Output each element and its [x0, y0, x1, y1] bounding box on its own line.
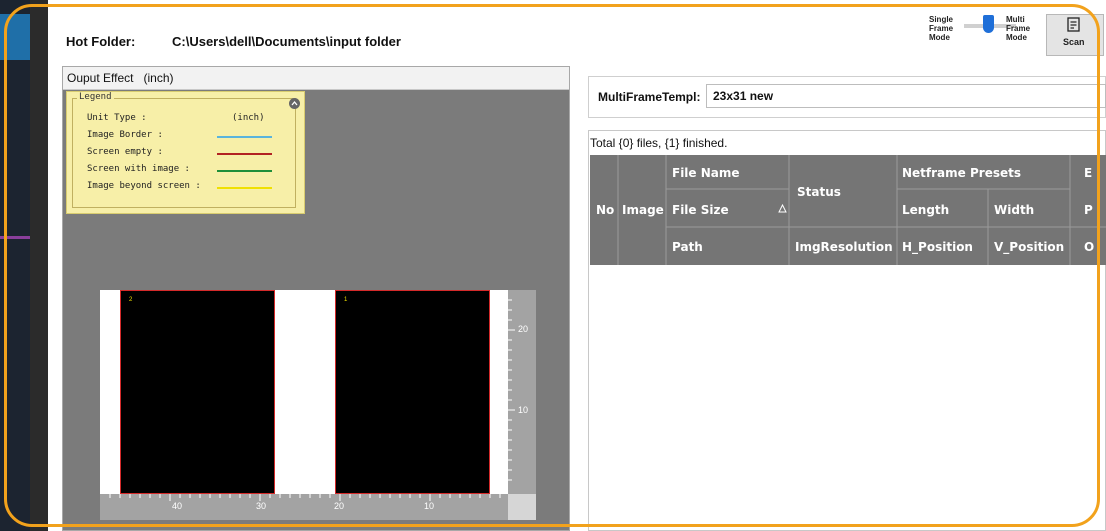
legend-unit-type-value: (inch): [232, 113, 265, 123]
chevron-up-icon: [291, 100, 298, 106]
column-p-cut[interactable]: P: [1084, 203, 1093, 217]
column-path[interactable]: Path: [672, 240, 703, 254]
legend-screen-empty-label: Screen empty :: [87, 147, 163, 157]
frame-1[interactable]: 1: [335, 290, 490, 494]
template-value: 23x31 new: [713, 89, 774, 103]
legend-screen-with-image-swatch: [217, 170, 272, 172]
vertical-ruler: 20 10: [508, 290, 536, 494]
vertical-ruler-tick-10: 10: [518, 405, 529, 415]
legend-screen-empty-swatch: [217, 153, 272, 155]
column-status[interactable]: Status: [797, 185, 841, 199]
legend-image-beyond-screen-label: Image beyond screen :: [87, 181, 201, 191]
column-netframe-presets[interactable]: Netframe Presets: [902, 166, 1021, 180]
legend-box: Legend Unit Type : (inch) Image Border :…: [66, 91, 305, 214]
column-o-cut[interactable]: O: [1084, 240, 1094, 254]
multi-frame-mode-label[interactable]: Multi Frame Mode: [1006, 15, 1030, 42]
legend-image-beyond-screen-swatch: [217, 187, 272, 189]
scan-label: Scan: [1063, 37, 1085, 47]
column-no[interactable]: No: [596, 203, 614, 217]
column-file-name[interactable]: File Name: [672, 166, 740, 180]
ruler-corner: [508, 494, 536, 520]
file-summary: Total {0} files, {1} finished.: [590, 136, 728, 150]
hot-folder-path[interactable]: C:\Users\dell\Documents\input folder: [172, 34, 401, 49]
frame-2-label: 2: [129, 297, 133, 303]
window-left-shadow: [30, 0, 48, 531]
legend-image-border-swatch: [217, 136, 272, 138]
horizontal-ruler-tick-10: 10: [424, 501, 435, 511]
horizontal-ruler-tick-40: 40: [172, 501, 183, 511]
column-length[interactable]: Length: [902, 203, 949, 217]
horizontal-ruler: 40 30 20 10: [100, 494, 508, 520]
legend-collapse-button[interactable]: [289, 98, 300, 109]
sort-ascending-icon[interactable]: [778, 204, 787, 213]
legend-screen-with-image-label: Screen with image :: [87, 164, 190, 174]
vertical-ruler-tick-20: 20: [518, 324, 529, 334]
column-file-size[interactable]: File Size: [672, 203, 729, 217]
template-label: MultiFrameTempl:: [598, 90, 701, 104]
legend-title: Legend: [77, 92, 114, 102]
scan-icon: [1067, 17, 1080, 32]
legend-unit-type-label: Unit Type :: [87, 113, 147, 123]
column-width[interactable]: Width: [994, 203, 1034, 217]
column-image[interactable]: Image: [622, 203, 664, 217]
column-e-cut[interactable]: E: [1084, 166, 1092, 180]
template-field[interactable]: 23x31 new: [706, 84, 1106, 108]
horizontal-ruler-ticks: [109, 494, 501, 501]
mode-toggle-thumb[interactable]: [983, 15, 994, 33]
legend-image-border-label: Image Border :: [87, 130, 163, 140]
single-frame-mode-label[interactable]: Single Frame Mode: [929, 15, 953, 42]
column-v-position[interactable]: V_Position: [994, 240, 1064, 254]
frame-1-label: 1: [344, 297, 348, 303]
hot-folder-label: Hot Folder:: [66, 34, 136, 49]
column-img-resolution[interactable]: ImgResolution: [795, 240, 893, 254]
vertical-ruler-ticks: [508, 299, 515, 481]
frame-2[interactable]: 2: [120, 290, 275, 494]
horizontal-ruler-tick-20: 20: [334, 501, 345, 511]
column-h-position[interactable]: H_Position: [902, 240, 973, 254]
output-panel-title: Ouput Effect (inch): [67, 71, 174, 85]
scan-button[interactable]: Scan: [1046, 14, 1104, 56]
horizontal-ruler-tick-30: 30: [256, 501, 267, 511]
